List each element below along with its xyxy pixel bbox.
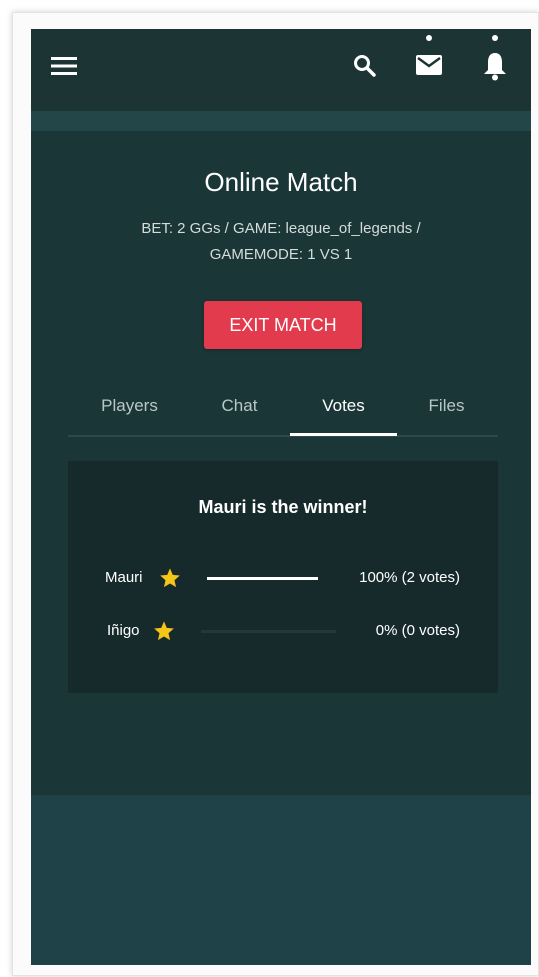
search-icon[interactable]: [352, 53, 378, 79]
vote-bar: [201, 630, 336, 633]
match-content: Online Match BET: 2 GGs / GAME: league_o…: [31, 131, 531, 795]
exit-match-button[interactable]: EXIT MATCH: [204, 301, 362, 349]
match-details: BET: 2 GGs / GAME: league_of_legends / G…: [101, 216, 461, 268]
app-window: Online Match BET: 2 GGs / GAME: league_o…: [31, 29, 531, 965]
menu-icon[interactable]: [51, 55, 77, 77]
mail-icon[interactable]: [415, 53, 443, 77]
votes-panel: Mauri is the winner! Mauri 100% (2 votes…: [68, 461, 498, 693]
bottom-area: [31, 795, 531, 965]
tab-players[interactable]: Players: [76, 381, 183, 435]
mail-notification-dot: [426, 35, 432, 41]
vote-row-inigo: Iñigo 0% (0 votes): [68, 616, 498, 646]
match-details-line1: BET: 2 GGs / GAME: league_of_legends /: [141, 220, 421, 237]
star-icon: [154, 621, 174, 641]
top-app-bar: [31, 29, 531, 111]
vote-player-name: Iñigo: [107, 622, 140, 639]
tab-files[interactable]: Files: [393, 381, 500, 435]
vote-bar: [207, 577, 318, 580]
bell-icon[interactable]: [482, 51, 508, 81]
active-tab-indicator: [290, 433, 397, 436]
vote-result: 0% (0 votes): [375, 622, 460, 639]
tab-votes[interactable]: Votes: [290, 381, 397, 435]
bell-notification-dot: [492, 35, 498, 41]
star-icon: [160, 568, 180, 588]
page-title: Online Match: [204, 167, 358, 197]
vote-player-name: Mauri: [105, 569, 143, 586]
vote-result: 100% (2 votes): [359, 569, 460, 586]
header-strip: [31, 111, 531, 131]
tab-chat[interactable]: Chat: [186, 381, 293, 435]
winner-message: Mauri is the winner!: [198, 497, 368, 517]
vote-row-mauri: Mauri 100% (2 votes): [68, 563, 498, 593]
match-tabs: Players Chat Votes Files: [68, 381, 498, 437]
match-details-line2: GAMEMODE: 1 VS 1: [209, 246, 353, 263]
vote-bar-fill: [207, 577, 318, 580]
